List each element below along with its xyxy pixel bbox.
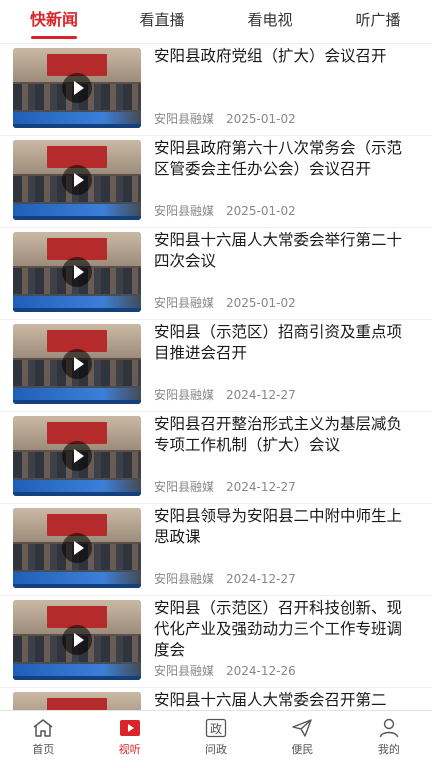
news-title[interactable]: 安阳县（示范区）招商引资及重点项目推进会召开 bbox=[154, 322, 416, 364]
news-item[interactable]: 安阳县政府第六十八次常务会（示范区管委会主任办公会）会议召开 安阳县融媒 2025… bbox=[0, 136, 432, 228]
svg-text:政: 政 bbox=[210, 722, 222, 736]
news-item[interactable]: 安阳县领导为安阳县二中附中师生上思政课 安阳县融媒 2024-12-27 bbox=[0, 504, 432, 596]
news-title[interactable]: 安阳县领导为安阳县二中附中师生上思政课 bbox=[154, 506, 416, 548]
news-date: 2024-12-27 bbox=[226, 480, 296, 494]
home-icon bbox=[31, 717, 55, 739]
news-title[interactable]: 安阳县政府第六十八次常务会（示范区管委会主任办公会）会议召开 bbox=[154, 138, 416, 180]
nav-convenience-label: 便民 bbox=[291, 743, 314, 756]
nav-home[interactable]: 首页 bbox=[0, 711, 86, 768]
play-icon[interactable] bbox=[62, 533, 92, 563]
video-icon bbox=[118, 717, 142, 739]
top-tab-bar: 快新闻 看直播 看电视 听广播 bbox=[0, 0, 432, 44]
nav-video[interactable]: 视听 bbox=[86, 711, 172, 768]
news-title[interactable]: 安阳县（示范区）召开科技创新、现代化产业及强劲动力三个工作专班调度会 bbox=[154, 598, 416, 661]
news-source: 安阳县融媒 bbox=[154, 388, 215, 402]
video-thumbnail[interactable] bbox=[13, 508, 141, 588]
news-title[interactable]: 安阳县十六届人大常委会召开第二 bbox=[154, 690, 416, 710]
news-meta: 安阳县融媒 2024-12-27 bbox=[154, 386, 296, 403]
nav-inquiry[interactable]: 政 问政 bbox=[173, 711, 259, 768]
news-item[interactable]: 安阳县召开整治形式主义为基层减负专项工作机制（扩大）会议 安阳县融媒 2024-1… bbox=[0, 412, 432, 504]
video-thumbnail[interactable] bbox=[13, 48, 141, 128]
tab-live[interactable]: 看直播 bbox=[108, 0, 216, 43]
tab-news[interactable]: 快新闻 bbox=[0, 0, 108, 43]
news-source: 安阳县融媒 bbox=[154, 664, 215, 678]
video-thumbnail[interactable] bbox=[13, 600, 141, 680]
news-item[interactable]: 安阳县政府党组（扩大）会议召开 安阳县融媒 2025-01-02 bbox=[0, 44, 432, 136]
news-date: 2025-01-02 bbox=[226, 204, 296, 218]
video-thumbnail[interactable] bbox=[13, 416, 141, 496]
play-icon[interactable] bbox=[62, 625, 92, 655]
news-item[interactable]: 安阳县十六届人大常委会举行第二十四次会议 安阳县融媒 2025-01-02 bbox=[0, 228, 432, 320]
news-date: 2024-12-26 bbox=[226, 664, 296, 678]
news-meta: 安阳县融媒 2025-01-02 bbox=[154, 110, 296, 127]
play-icon[interactable] bbox=[62, 349, 92, 379]
news-source: 安阳县融媒 bbox=[154, 572, 215, 586]
tab-radio[interactable]: 听广播 bbox=[324, 0, 432, 43]
news-meta: 安阳县融媒 2025-01-02 bbox=[154, 294, 296, 311]
news-title[interactable]: 安阳县召开整治形式主义为基层减负专项工作机制（扩大）会议 bbox=[154, 414, 416, 456]
news-feed[interactable]: 安阳县政府党组（扩大）会议召开 安阳县融媒 2025-01-02 安阳县政府第六十… bbox=[0, 44, 432, 710]
tab-tv[interactable]: 看电视 bbox=[216, 0, 324, 43]
news-source: 安阳县融媒 bbox=[154, 112, 215, 126]
news-date: 2024-12-27 bbox=[226, 388, 296, 402]
play-icon[interactable] bbox=[62, 441, 92, 471]
news-date: 2025-01-02 bbox=[226, 112, 296, 126]
news-source: 安阳县融媒 bbox=[154, 480, 215, 494]
news-meta: 安阳县融媒 2024-12-26 bbox=[154, 662, 296, 679]
nav-mine[interactable]: 我的 bbox=[346, 711, 432, 768]
play-icon[interactable] bbox=[62, 257, 92, 287]
news-title[interactable]: 安阳县政府党组（扩大）会议召开 bbox=[154, 46, 416, 67]
video-thumbnail[interactable] bbox=[13, 324, 141, 404]
news-date: 2025-01-02 bbox=[226, 296, 296, 310]
nav-home-label: 首页 bbox=[32, 743, 55, 756]
nav-video-label: 视听 bbox=[118, 743, 141, 756]
news-date: 2024-12-27 bbox=[226, 572, 296, 586]
nav-inquiry-label: 问政 bbox=[205, 743, 228, 756]
news-source: 安阳县融媒 bbox=[154, 204, 215, 218]
nav-convenience[interactable]: 便民 bbox=[259, 711, 345, 768]
play-icon[interactable] bbox=[62, 165, 92, 195]
send-icon bbox=[290, 717, 314, 739]
play-icon[interactable] bbox=[62, 73, 92, 103]
news-title[interactable]: 安阳县十六届人大常委会举行第二十四次会议 bbox=[154, 230, 416, 272]
news-item[interactable]: 安阳县十六届人大常委会召开第二 bbox=[0, 688, 432, 710]
news-item[interactable]: 安阳县（示范区）招商引资及重点项目推进会召开 安阳县融媒 2024-12-27 bbox=[0, 320, 432, 412]
news-meta: 安阳县融媒 2025-01-02 bbox=[154, 202, 296, 219]
video-thumbnail[interactable] bbox=[13, 692, 141, 710]
news-item[interactable]: 安阳县（示范区）召开科技创新、现代化产业及强劲动力三个工作专班调度会 安阳县融媒… bbox=[0, 596, 432, 688]
user-icon bbox=[377, 717, 401, 739]
bottom-nav: 首页 视听 政 问政 便民 我的 bbox=[0, 710, 432, 768]
news-source: 安阳县融媒 bbox=[154, 296, 215, 310]
news-meta: 安阳县融媒 2024-12-27 bbox=[154, 570, 296, 587]
nav-mine-label: 我的 bbox=[377, 743, 400, 756]
news-meta: 安阳县融媒 2024-12-27 bbox=[154, 478, 296, 495]
inquiry-icon: 政 bbox=[204, 717, 228, 739]
video-thumbnail[interactable] bbox=[13, 232, 141, 312]
video-thumbnail[interactable] bbox=[13, 140, 141, 220]
